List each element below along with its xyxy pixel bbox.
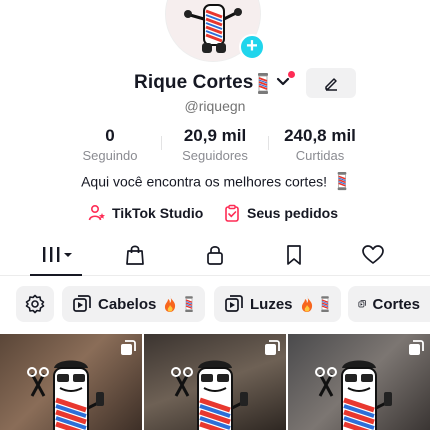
tab-shop[interactable] bbox=[110, 242, 160, 276]
profile-bio: Aqui você encontra os melhores cortes! bbox=[0, 172, 430, 191]
playlist-label: Luzes bbox=[250, 295, 293, 313]
playlist-chip[interactable]: Cortes bbox=[348, 286, 430, 322]
pencil-icon bbox=[325, 78, 337, 91]
video-thumbnail[interactable] bbox=[144, 334, 286, 430]
playlist-chip[interactable]: Luzes bbox=[214, 286, 341, 322]
following-label: Seguindo bbox=[82, 148, 138, 163]
stat-likes[interactable]: 240,8 mil Curtidas bbox=[272, 126, 368, 163]
barber-mascot-icon bbox=[27, 360, 104, 430]
playlist-settings-button[interactable] bbox=[16, 286, 54, 322]
name-row: Rique Cortes bbox=[0, 68, 430, 98]
profile-tabs bbox=[0, 242, 430, 276]
active-tab-indicator bbox=[30, 274, 82, 276]
edit-profile-button[interactable] bbox=[306, 68, 356, 98]
tab-saved[interactable] bbox=[269, 242, 319, 276]
stat-following[interactable]: 0 Seguindo bbox=[78, 126, 142, 163]
tab-liked[interactable] bbox=[348, 242, 398, 276]
barber-pole-icon bbox=[184, 295, 193, 312]
bookmark-icon bbox=[287, 245, 301, 265]
stat-followers[interactable]: 20,9 mil Seguidores bbox=[172, 126, 258, 163]
profile-links: TikTok Studio Seus pedidos bbox=[0, 204, 430, 224]
tab-videos[interactable] bbox=[31, 242, 83, 276]
heart-icon bbox=[362, 245, 384, 264]
orders-link[interactable]: Seus pedidos bbox=[223, 204, 338, 222]
bio-text: Aqui você encontra os melhores cortes! bbox=[81, 173, 327, 190]
followers-count: 20,9 mil bbox=[183, 126, 247, 145]
multiple-photos-icon bbox=[121, 340, 136, 355]
fire-icon bbox=[301, 296, 312, 313]
playlist-icon bbox=[225, 295, 243, 312]
tiktok-studio-label: TikTok Studio bbox=[112, 205, 204, 221]
barber-pole-icon bbox=[337, 172, 347, 191]
playlist-emoji bbox=[162, 295, 194, 313]
playlist-icon bbox=[73, 295, 91, 312]
gear-icon bbox=[25, 294, 45, 314]
followers-label: Seguidores bbox=[182, 148, 248, 163]
add-avatar-plus-icon[interactable]: + bbox=[239, 34, 265, 60]
multiple-photos-icon bbox=[265, 340, 280, 355]
stat-divider bbox=[268, 136, 269, 150]
bag-icon bbox=[126, 245, 144, 265]
playlist-chips: Cabelos Luzes Cortes bbox=[0, 286, 430, 322]
barber-pole-icon bbox=[320, 295, 329, 312]
playlist-label: Cortes bbox=[372, 295, 420, 313]
grid-icon bbox=[43, 247, 72, 262]
studio-person-icon bbox=[88, 204, 105, 221]
notification-dot bbox=[288, 71, 295, 78]
orders-clipboard-icon bbox=[225, 204, 239, 222]
profile-avatar-container[interactable]: + bbox=[165, 0, 265, 62]
chevron-down-icon[interactable] bbox=[276, 76, 290, 88]
lock-icon bbox=[207, 246, 223, 265]
fire-icon bbox=[165, 296, 176, 313]
multiple-photos-icon bbox=[409, 340, 424, 355]
orders-label: Seus pedidos bbox=[247, 205, 339, 221]
video-thumbnail[interactable] bbox=[0, 334, 142, 430]
video-grid bbox=[0, 334, 430, 430]
video-thumbnail[interactable] bbox=[288, 334, 430, 430]
barber-mascot-icon bbox=[171, 360, 248, 430]
profile-name: Rique Cortes bbox=[134, 72, 254, 93]
likes-count: 240,8 mil bbox=[284, 126, 356, 145]
stat-divider bbox=[161, 136, 162, 150]
barber-pole-icon bbox=[258, 73, 268, 94]
tab-private[interactable] bbox=[190, 242, 240, 276]
playlist-emoji bbox=[299, 295, 331, 313]
playlist-icon bbox=[358, 300, 366, 308]
likes-label: Curtidas bbox=[295, 148, 345, 163]
playlist-chip[interactable]: Cabelos bbox=[62, 286, 205, 322]
stats-row: 0 Seguindo 20,9 mil Seguidores 240,8 mil… bbox=[0, 126, 430, 166]
playlist-label: Cabelos bbox=[98, 295, 157, 313]
following-count: 0 bbox=[105, 126, 115, 145]
barber-mascot-icon bbox=[315, 360, 392, 430]
profile-handle: @riquegn bbox=[184, 98, 246, 114]
tiktok-studio-link[interactable]: TikTok Studio bbox=[88, 204, 203, 222]
